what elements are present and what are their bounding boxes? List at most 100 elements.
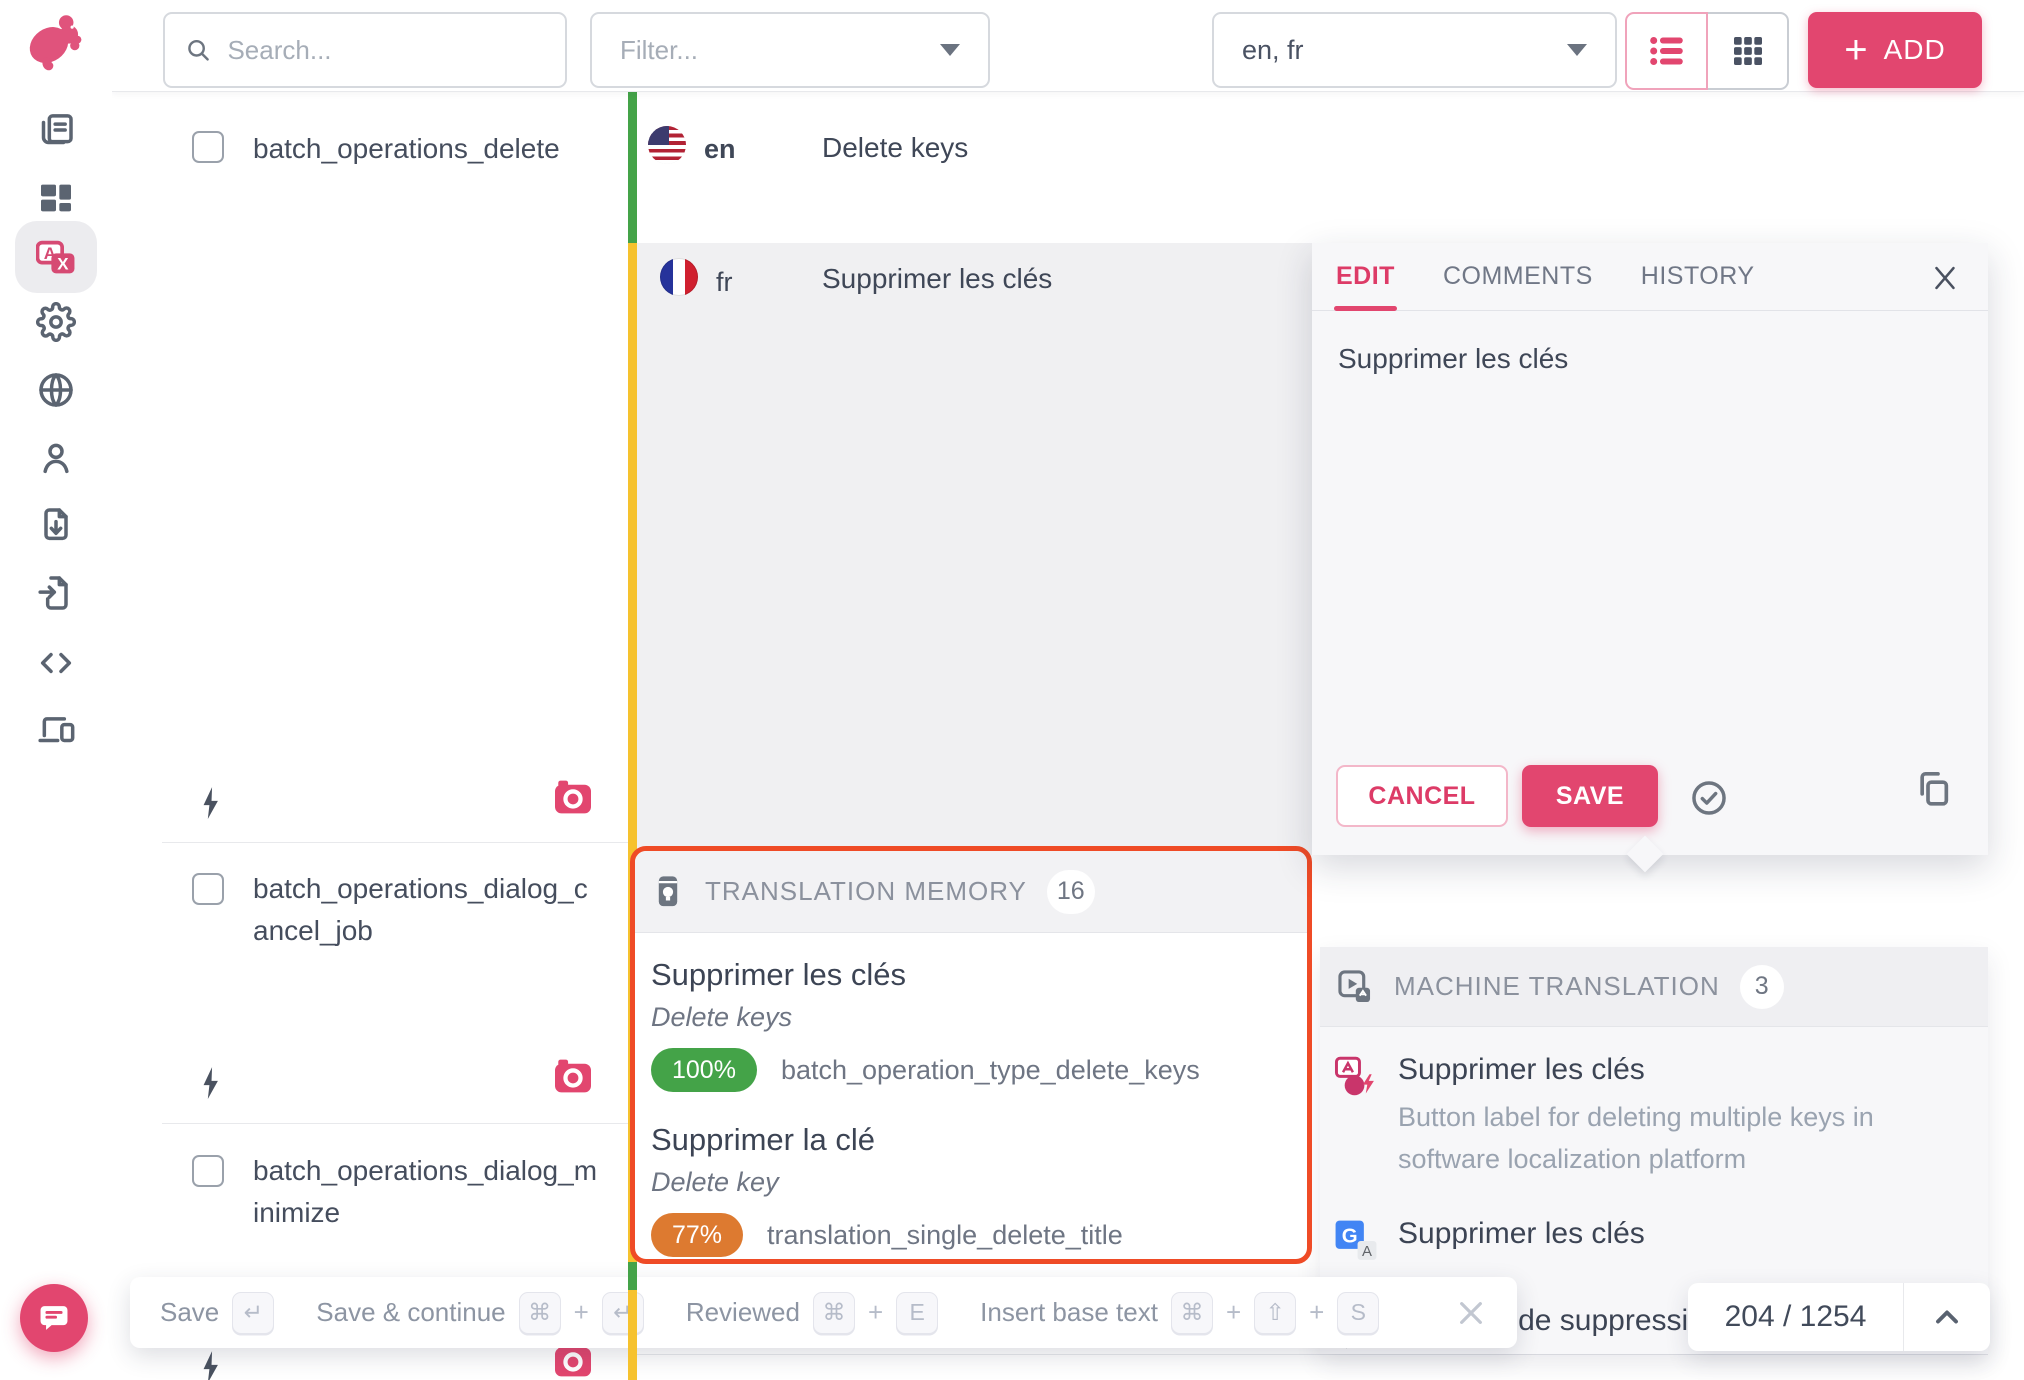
mouse-logo-icon[interactable] [20,8,86,78]
key-list: batch_operations_delete batch_operations… [112,92,628,1380]
chevron-down-icon [1567,44,1587,56]
key-name[interactable]: batch_operations_dialog_cancel_job [253,868,603,952]
mt-entry[interactable]: G A Supprimer les clés [1334,1217,1968,1268]
sidebar-item-api[interactable] [34,641,78,685]
action-bar: Save ↵ Save & continue ⌘ + ↵ Reviewed ⌘ … [130,1277,1517,1348]
target-translation-cell [637,243,1312,855]
search-icon [185,35,211,65]
scroll-top-button[interactable] [1904,1283,1990,1351]
sidebar-item-apps[interactable] [34,706,78,750]
grid-view-icon [1727,30,1769,72]
row-divider [162,842,628,843]
plus-icon: + [1844,30,1867,70]
save-action[interactable]: Save ↵ [160,1292,274,1334]
mt-entry[interactable]: Supprimer les clés Button label for dele… [1334,1053,1968,1181]
section-title: TRANSLATION MEMORY [705,876,1027,907]
tm-entry-source: Delete key [651,1167,1291,1198]
mt-entry-text: Supprimer les clés [1398,1053,1968,1087]
key-name[interactable]: batch_operations_delete [253,128,603,170]
lokalise-ai-icon [1334,1053,1380,1181]
editor-tabbar: EDIT COMMENTS HISTORY [1312,243,1988,311]
machine-translation-header: MACHINE TRANSLATION 3 [1320,947,1988,1027]
flag-fr-icon [660,258,698,296]
translation-memory-header: TRANSLATION MEMORY 16 [635,851,1307,933]
grid-view-button[interactable] [1706,12,1789,90]
filter-input[interactable] [620,35,940,66]
key-checkbox[interactable] [192,1155,224,1187]
tm-entry[interactable]: Supprimer la clé Delete key 77% translat… [651,1122,1291,1257]
chat-button[interactable] [20,1284,88,1352]
lightning-icon [198,1066,224,1100]
match-percentage-badge: 100% [651,1048,757,1092]
svg-text:G: G [1342,1225,1358,1247]
filter-dropdown[interactable] [590,12,990,88]
sidebar-item-upload[interactable] [34,571,78,615]
translation-memory-icon [651,872,685,912]
key-name[interactable]: batch_operations_dialog_minimize [253,1150,603,1234]
source-translation-text[interactable]: Delete keys [822,132,968,164]
close-icon[interactable] [1928,261,1962,295]
screenshot-camera-icon[interactable] [553,779,593,815]
translation-memory-list: Supprimer les clés Delete keys 100% batc… [635,933,1307,1257]
editor-panel: EDIT COMMENTS HISTORY Supprimer les clés… [1312,243,1988,855]
sidebar-item-documents[interactable] [34,108,78,152]
insert-base-text-action[interactable]: Insert base text ⌘ + ⇧ + S [980,1292,1379,1334]
code-icon [36,643,76,683]
save-continue-action[interactable]: Save & continue ⌘ + ↵ [316,1292,644,1334]
mt-entry-description: Button label for deleting multiple keys … [1398,1097,1968,1181]
sidebar-item-translations[interactable]: A X [34,236,78,280]
svg-text:X: X [57,255,69,274]
sidebar-item-languages[interactable] [34,368,78,412]
translation-memory-section: TRANSLATION MEMORY 16 Supprimer les clés… [630,846,1312,1264]
topbar: en, fr + ADD [112,0,2024,92]
lightning-icon [198,786,224,820]
svg-text:A: A [1362,1243,1372,1260]
save-button[interactable]: SAVE [1522,765,1658,827]
google-translate-icon: G A [1334,1217,1380,1268]
list-view-icon [1646,30,1688,72]
languages-dropdown[interactable]: en, fr [1212,12,1617,88]
row-divider [162,1123,628,1124]
key-return: ↵ [232,1292,274,1334]
pagination: 204 / 1254 [1688,1283,1990,1351]
close-icon[interactable] [1455,1297,1487,1329]
tm-entry[interactable]: Supprimer les clés Delete keys 100% batc… [651,957,1291,1092]
lightning-icon [198,1350,224,1380]
screenshot-camera-icon[interactable] [553,1058,593,1094]
mark-reviewed-icon[interactable] [1690,779,1728,817]
sidebar-item-dashboard[interactable] [34,176,78,220]
count-badge: 3 [1740,965,1784,1009]
tab-comments[interactable]: COMMENTS [1443,243,1593,310]
person-icon [36,438,76,478]
key-checkbox[interactable] [192,131,224,163]
tab-history[interactable]: HISTORY [1641,243,1755,310]
chevron-up-icon [1929,1299,1965,1335]
devices-icon [36,708,76,748]
target-translation-text[interactable]: Supprimer les clés [822,263,1052,295]
key-return: ↵ [602,1292,644,1334]
sidebar-item-download[interactable] [34,503,78,547]
translate-icon: A X [36,238,76,278]
key-e: E [896,1292,938,1334]
sidebar-item-contributors[interactable] [34,436,78,480]
key-cmd: ⌘ [1171,1292,1213,1334]
key-cmd: ⌘ [813,1292,855,1334]
section-title: MACHINE TRANSLATION [1394,971,1720,1002]
languages-value: en, fr [1242,35,1567,66]
add-button[interactable]: + ADD [1808,12,1982,88]
list-view-button[interactable] [1625,12,1708,90]
search-input[interactable] [227,35,545,66]
copy-icon[interactable] [1913,767,1953,809]
tm-entry-text: Supprimer la clé [651,1122,1291,1158]
gear-icon [36,302,76,342]
sidebar-item-settings[interactable] [34,300,78,344]
flag-us-icon [648,126,686,164]
upload-document-icon [36,573,76,613]
machine-translation-icon [1336,968,1374,1006]
tab-edit[interactable]: EDIT [1336,243,1395,310]
cancel-button[interactable]: CANCEL [1336,765,1508,827]
reviewed-action[interactable]: Reviewed ⌘ + E [686,1292,938,1334]
mt-entry-text: Supprimer les clés [1398,1217,1645,1251]
key-checkbox[interactable] [192,873,224,905]
translation-editor-textarea[interactable]: Supprimer les clés [1338,343,1958,375]
